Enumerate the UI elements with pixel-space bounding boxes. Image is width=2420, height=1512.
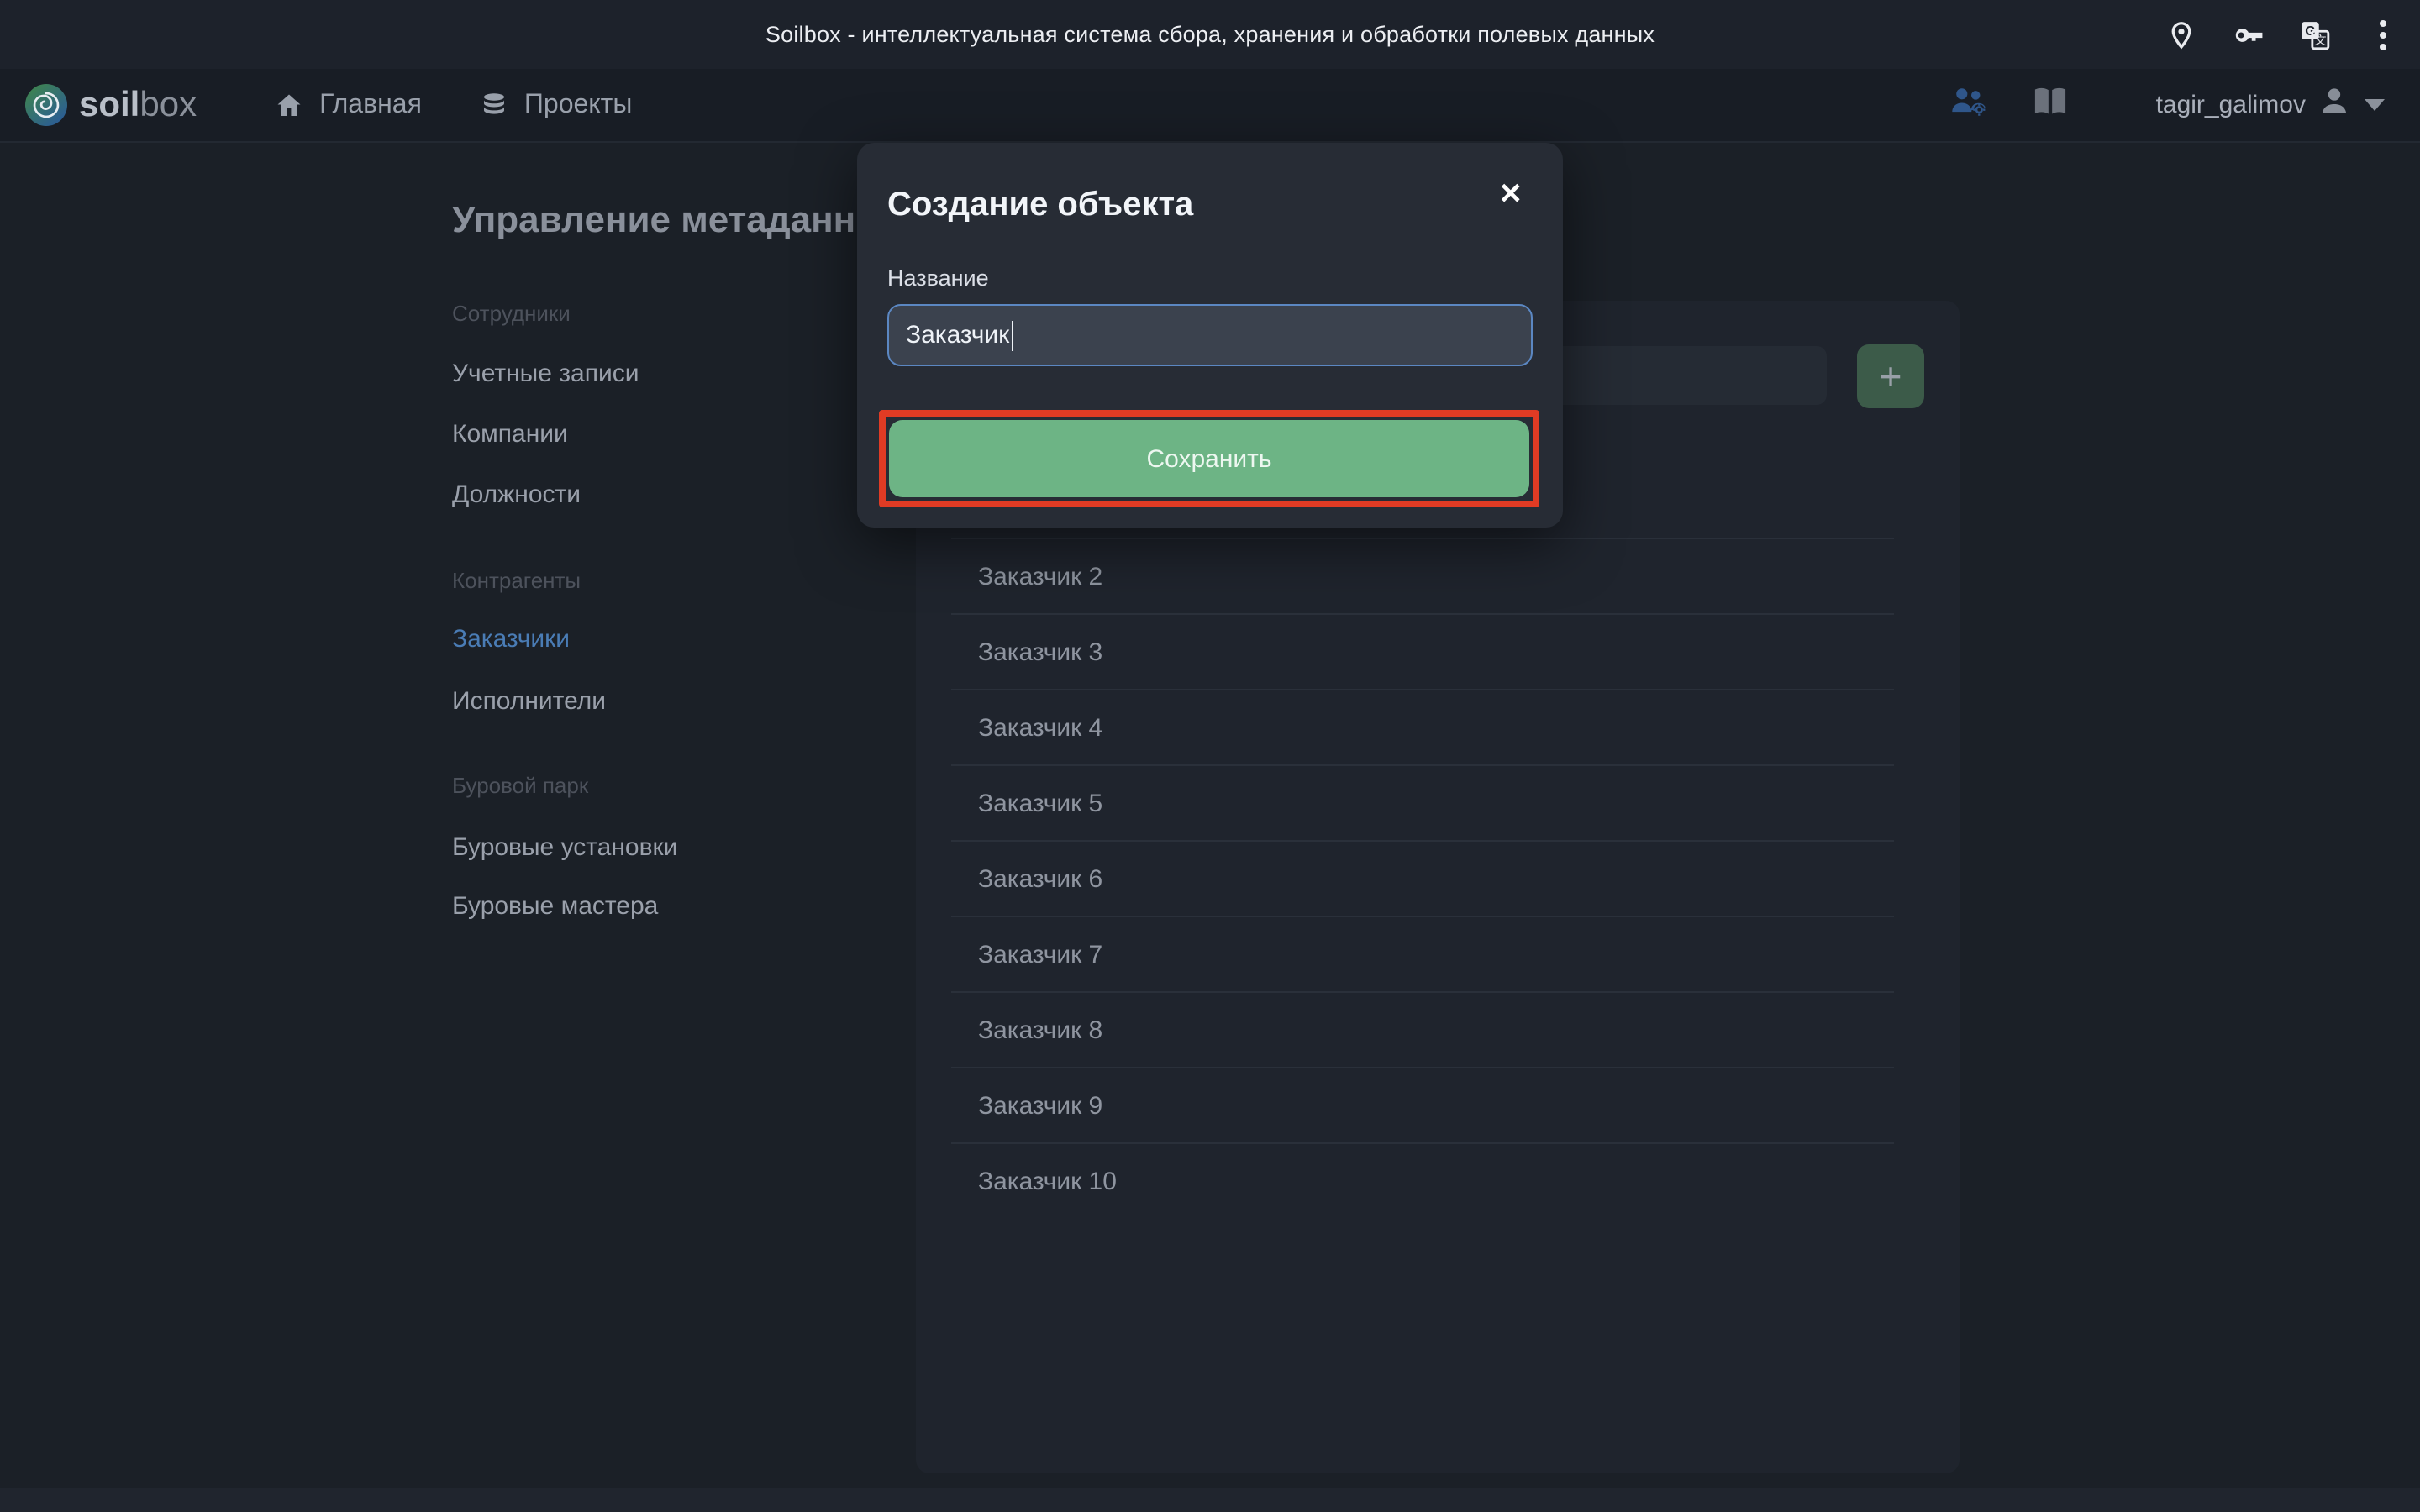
browser-titlebar: Soilbox - интеллектуальная система сбора…	[0, 0, 2420, 69]
name-field-label: Название	[887, 265, 989, 291]
name-input[interactable]: Заказчик	[887, 304, 1533, 366]
browser-icons: G 文	[2165, 0, 2398, 69]
svg-text:文: 文	[2314, 33, 2326, 47]
kebab-menu-icon[interactable]	[2366, 18, 2398, 50]
close-icon[interactable]: ✕	[1496, 176, 1527, 212]
name-input-value: Заказчик	[906, 321, 1009, 349]
location-icon[interactable]	[2165, 18, 2196, 50]
key-icon[interactable]	[2232, 18, 2264, 50]
modal-title: Создание объекта	[887, 186, 1193, 225]
screen: Soilbox - интеллектуальная система сбора…	[0, 0, 2420, 1512]
translate-icon[interactable]: G 文	[2299, 18, 2331, 50]
save-button[interactable]: Сохранить	[889, 420, 1529, 497]
annotation-highlight-box: Сохранить	[879, 410, 1539, 507]
browser-title: Soilbox - интеллектуальная система сбора…	[765, 22, 1655, 47]
text-cursor	[1011, 320, 1013, 350]
create-object-modal: Создание объекта ✕ Название Заказчик Сох…	[857, 143, 1563, 528]
